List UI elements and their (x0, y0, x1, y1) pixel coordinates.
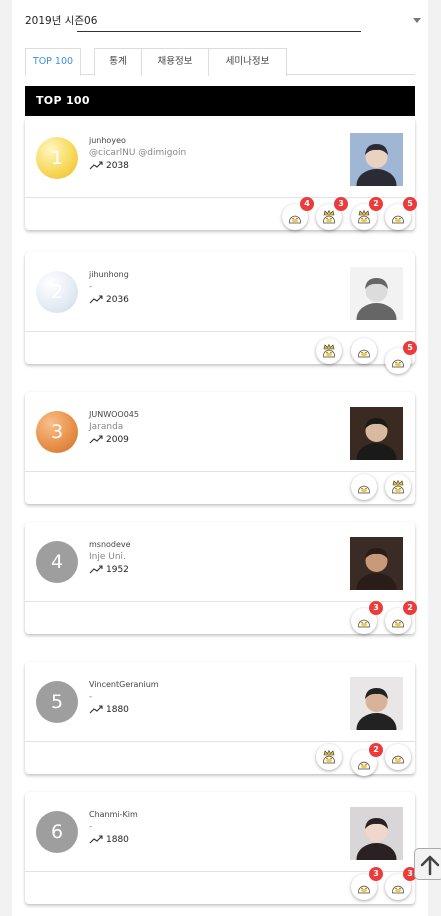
achievement-badge[interactable]: 3 (351, 601, 383, 634)
achievement-badge[interactable]: 4 (282, 197, 314, 230)
score: 2036 (89, 295, 339, 309)
achievement-badge[interactable] (316, 744, 342, 770)
avatar[interactable] (350, 133, 403, 186)
user-info: jihunhong - 2036 (89, 270, 339, 309)
username-link[interactable]: msnodeve (89, 540, 339, 552)
organization: - (89, 692, 93, 702)
organization: Jaranda (89, 422, 124, 432)
achievement-badge[interactable] (385, 474, 411, 500)
tab-seminars[interactable]: 세미나정보 (208, 48, 287, 76)
badge-count: 3 (369, 601, 383, 615)
ranking-card[interactable]: 1 junhoyeo @cicarlNU @dimigoin 2038 4 3 2 5 (25, 118, 417, 230)
card-header: 4 msnodeve Inje Uni. 1952 (25, 522, 415, 602)
tab-top100[interactable]: TOP 100 (25, 48, 81, 76)
avatar[interactable] (350, 407, 403, 460)
ranking-card[interactable]: 2 jihunhong - 2036 5 (25, 252, 417, 374)
organization: @cicarlNU @dimigoin (89, 148, 187, 158)
rank-circle: 2 (36, 271, 78, 313)
trending-up-icon (89, 565, 103, 574)
rank-circle: 4 (36, 541, 78, 583)
achievement-badge[interactable]: 3 (316, 197, 348, 230)
card-header: 5 VincentGeranium - 1880 (25, 662, 415, 742)
rank-circle: 6 (36, 811, 78, 853)
badge-count: 2 (369, 197, 383, 211)
ranking-card[interactable]: 5 VincentGeranium - 1880 2 (25, 662, 415, 776)
achievement-badge[interactable]: 2 (351, 743, 383, 776)
score: 1952 (89, 565, 339, 579)
score: 1880 (89, 705, 339, 719)
trending-up-icon (89, 161, 103, 170)
scroll-top-button[interactable] (414, 848, 441, 880)
rank-circle: 1 (36, 137, 78, 179)
badge-count: 2 (369, 743, 383, 757)
username-link[interactable]: junhoyeo (89, 136, 339, 148)
username-link[interactable]: JUNWOO045 (89, 410, 339, 422)
tab-jobs[interactable]: 채용정보 (141, 48, 209, 76)
badge-count: 3 (334, 197, 348, 211)
avatar[interactable] (350, 677, 403, 730)
score-value: 2009 (106, 435, 129, 445)
username-link[interactable]: jihunhong (89, 270, 339, 282)
tab-bar: TOP 100 통계 채용정보 세미나정보 (25, 48, 415, 76)
badge-count: 2 (403, 601, 417, 615)
card-header: 2 jihunhong - 2036 (25, 252, 415, 332)
select-underline (77, 31, 361, 32)
page: 2019년 시즌06 TOP 100 통계 채용정보 세미나정보 TOP 100… (12, 0, 428, 916)
badge-count: 5 (403, 197, 417, 211)
score: 2009 (89, 435, 339, 449)
score-value: 2038 (106, 161, 129, 171)
achievement-badge[interactable]: 5 (385, 341, 417, 374)
achievement-badge[interactable] (351, 338, 377, 364)
avatar[interactable] (350, 807, 403, 860)
score-value: 2036 (106, 295, 129, 305)
achievement-badge[interactable]: 3 (385, 867, 417, 900)
achievement-badge[interactable] (316, 338, 342, 364)
rank-circle: 3 (36, 411, 78, 453)
chevron-down-icon[interactable] (413, 18, 421, 23)
achievement-badge[interactable] (385, 744, 411, 770)
avatar[interactable] (350, 267, 403, 320)
user-info: msnodeve Inje Uni. 1952 (89, 540, 339, 579)
username-link[interactable]: VincentGeranium (89, 680, 339, 692)
trending-up-icon (89, 295, 103, 304)
score-value: 1880 (106, 705, 129, 715)
card-header: 3 JUNWOO045 Jaranda 2009 (25, 392, 415, 472)
arrow-up-icon (420, 855, 440, 876)
score: 1880 (89, 835, 339, 849)
ranking-card[interactable]: 3 JUNWOO045 Jaranda 2009 (25, 392, 415, 504)
achievement-badge[interactable]: 2 (385, 601, 417, 634)
user-info: Chanmi-Kim - 1880 (89, 810, 339, 849)
avatar[interactable] (350, 537, 403, 590)
organization: - (89, 282, 93, 292)
achievement-badge[interactable]: 2 (351, 197, 383, 230)
season-select[interactable]: 2019년 시즌06 (25, 10, 421, 32)
user-info: JUNWOO045 Jaranda 2009 (89, 410, 339, 449)
organization: Inje Uni. (89, 552, 126, 562)
rank-circle: 5 (36, 681, 78, 723)
card-header: 6 Chanmi-Kim - 1880 (25, 792, 415, 872)
badge-count: 4 (300, 197, 314, 211)
ranking-card[interactable]: 6 Chanmi-Kim - 1880 3 3 (25, 792, 417, 904)
ranking-card[interactable]: 4 msnodeve Inje Uni. 1952 3 2 (25, 522, 417, 634)
trending-up-icon (89, 705, 103, 714)
trending-up-icon (89, 435, 103, 444)
achievement-badge[interactable]: 5 (385, 197, 417, 230)
tab-statistics[interactable]: 통계 (94, 48, 142, 76)
top100-banner: TOP 100 (25, 86, 415, 116)
username-link[interactable]: Chanmi-Kim (89, 810, 339, 822)
achievement-badge[interactable]: 3 (351, 867, 383, 900)
organization: - (89, 822, 93, 832)
season-select-value: 2019년 시즌06 (25, 15, 98, 27)
user-info: VincentGeranium - 1880 (89, 680, 339, 719)
score: 2038 (89, 161, 339, 175)
card-header: 1 junhoyeo @cicarlNU @dimigoin 2038 (25, 118, 415, 198)
score-value: 1952 (106, 565, 129, 575)
achievement-badge[interactable] (351, 474, 377, 500)
badge-count: 3 (369, 867, 383, 881)
trending-up-icon (89, 835, 103, 844)
score-value: 1880 (106, 835, 129, 845)
user-info: junhoyeo @cicarlNU @dimigoin 2038 (89, 136, 339, 175)
badge-count: 5 (403, 341, 417, 355)
